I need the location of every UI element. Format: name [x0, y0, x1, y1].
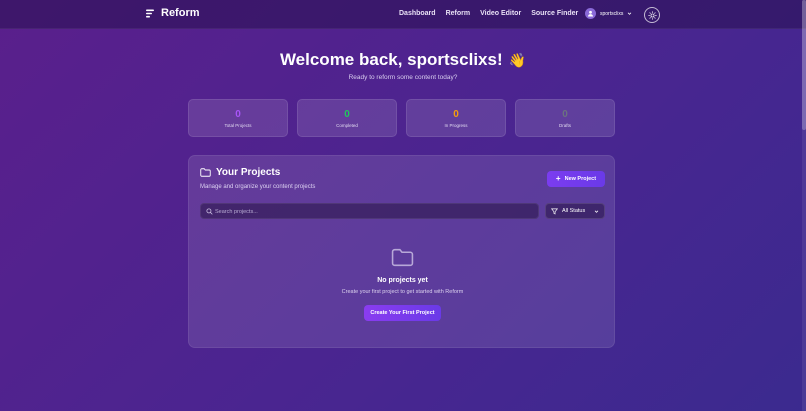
waving-hand-icon: 👋 [508, 52, 527, 68]
stat-label: Total Projects [224, 123, 252, 128]
new-project-label: New Project [564, 176, 597, 182]
sun-icon [647, 10, 657, 20]
search-icon [206, 208, 213, 215]
user-menu[interactable]: sportsclixs [585, 8, 632, 19]
welcome-subtitle: Ready to reform some content today? [348, 74, 458, 81]
status-filter-value: All Status [562, 208, 586, 214]
projects-panel: Your Projects Manage and organize your c… [188, 155, 615, 348]
nav-dashboard[interactable]: Dashboard [399, 10, 436, 17]
empty-state-title: No projects yet [377, 277, 428, 284]
projects-subtitle: Manage and organize your content project… [200, 184, 316, 190]
stat-label: Drafts [558, 123, 571, 128]
theme-toggle-button[interactable] [644, 7, 660, 23]
user-icon [587, 10, 594, 17]
stat-value: 0 [453, 109, 459, 120]
stat-value: 0 [235, 109, 241, 120]
chevron-down-icon [628, 12, 632, 15]
filter-icon [551, 208, 558, 215]
welcome-heading: Welcome back, sportsclixs! 👋 [0, 50, 806, 70]
chevron-down-icon [594, 210, 599, 213]
top-navbar: Reform Dashboard Reform Video Editor Sou… [0, 0, 806, 29]
brand-name: Reform [161, 7, 200, 19]
stat-value: 0 [562, 109, 568, 120]
nav-video-editor[interactable]: Video Editor [480, 10, 521, 17]
menu-lines-icon [146, 9, 154, 17]
nav-source-finder[interactable]: Source Finder [531, 10, 578, 17]
stat-card-in-progress: 0 In Progress [406, 99, 506, 137]
welcome-title: Welcome back, sportsclixs! [279, 50, 503, 69]
stat-label: Completed [336, 123, 358, 128]
stat-card-completed: 0 Completed [297, 99, 397, 137]
projects-title-text: Your Projects [216, 167, 281, 178]
create-first-project-button[interactable]: Create Your First Project [364, 305, 441, 321]
user-name: sportsclixs [600, 10, 624, 17]
stat-card-drafts: 0 Drafts [515, 99, 615, 137]
empty-folder-icon [391, 248, 414, 267]
projects-title: Your Projects [200, 167, 280, 178]
folder-icon [200, 168, 211, 177]
nav-reform[interactable]: Reform [446, 10, 471, 17]
stat-label: In Progress [444, 123, 468, 128]
status-filter-select[interactable]: All Status [545, 203, 605, 219]
new-project-button[interactable]: + New Project [547, 171, 605, 187]
stat-card-total-projects: 0 Total Projects [188, 99, 288, 137]
stat-value: 0 [344, 109, 350, 120]
empty-state-subtitle: Create your first project to get started… [341, 289, 464, 295]
search-input[interactable] [215, 206, 535, 217]
brand-logo[interactable]: Reform [146, 7, 200, 19]
main-nav: Dashboard Reform Video Editor Source Fin… [399, 10, 588, 17]
avatar [585, 8, 596, 19]
stats-row: 0 Total Projects 0 Completed 0 In Progre… [188, 99, 615, 137]
plus-icon: + [555, 174, 561, 183]
search-box [200, 203, 539, 219]
